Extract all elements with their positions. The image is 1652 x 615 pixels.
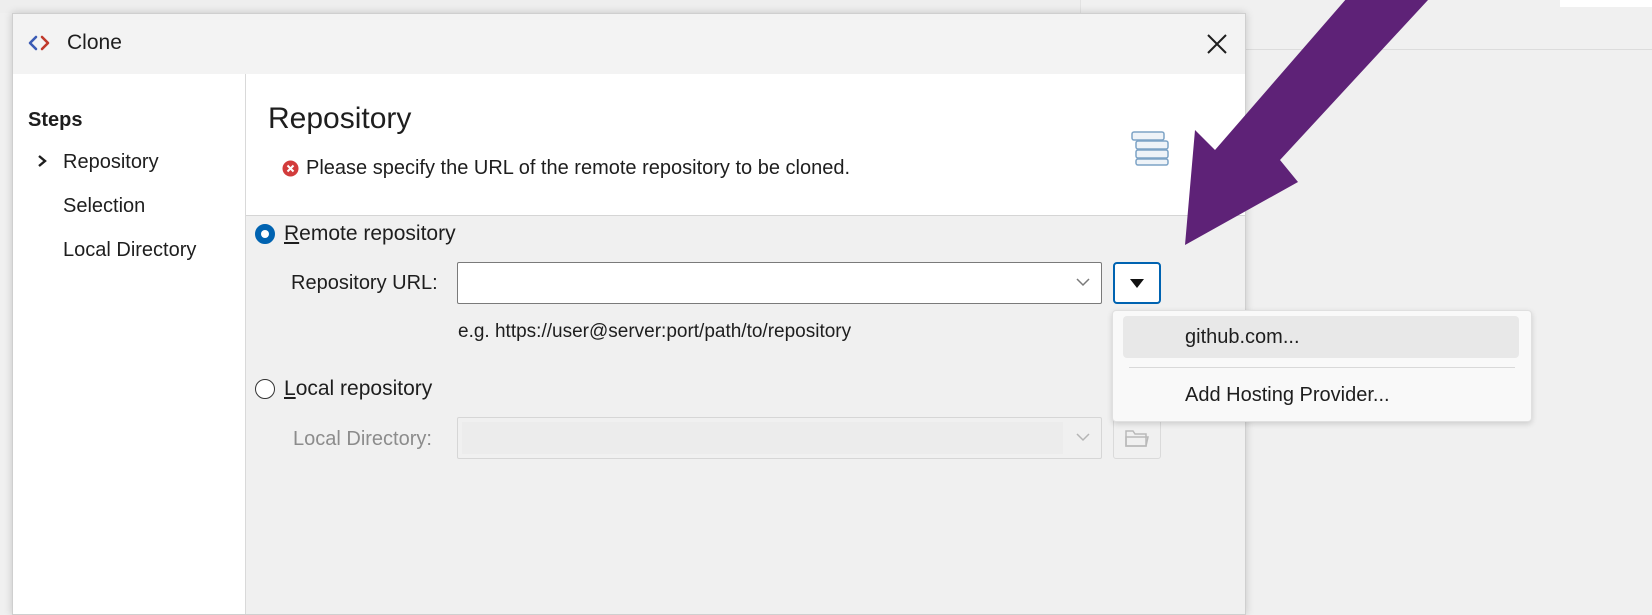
dialog-titlebar: Clone bbox=[13, 14, 1245, 74]
wizard-banner-icon bbox=[1131, 131, 1169, 166]
browse-folder-button bbox=[1113, 417, 1161, 459]
local-directory-label: Local Directory: bbox=[293, 428, 432, 450]
menu-item-github-label: github.com... bbox=[1185, 326, 1300, 348]
menu-item-add-hosting-provider[interactable]: Add Hosting Provider... bbox=[1123, 374, 1519, 416]
git-clone-icon bbox=[28, 35, 50, 51]
local-label-text: ocal repository bbox=[295, 377, 433, 400]
local-directory-combo-field bbox=[462, 422, 1063, 454]
hosting-provider-dropdown-button[interactable] bbox=[1113, 262, 1161, 304]
folder-icon bbox=[1125, 430, 1149, 447]
caret-down-icon bbox=[1130, 278, 1144, 288]
dialog-title: Clone bbox=[67, 31, 122, 54]
hosting-provider-menu: github.com... Add Hosting Provider... bbox=[1112, 310, 1532, 422]
menu-separator bbox=[1129, 367, 1515, 368]
step-selection[interactable]: Selection bbox=[63, 195, 145, 218]
wizard-header: Repository Please specify the URL of the… bbox=[246, 74, 1245, 216]
error-message: Please specify the URL of the remote rep… bbox=[306, 157, 850, 179]
steps-heading: Steps bbox=[28, 109, 83, 131]
clone-dialog: Clone Steps Repository Selection Local D… bbox=[12, 13, 1246, 615]
step-local-directory[interactable]: Local Directory bbox=[63, 239, 196, 262]
local-repository-label[interactable]: Local repository bbox=[284, 377, 432, 401]
chevron-down-icon[interactable] bbox=[1075, 276, 1091, 288]
repository-url-hint: e.g. https://user@server:port/path/to/re… bbox=[458, 321, 852, 342]
repository-url-label: Repository URL: bbox=[291, 272, 438, 294]
background-corner bbox=[1560, 0, 1652, 7]
error-icon bbox=[282, 160, 299, 177]
local-directory-combo bbox=[457, 417, 1102, 459]
local-repository-radio[interactable] bbox=[255, 379, 275, 399]
menu-item-add-hosting-provider-label: Add Hosting Provider... bbox=[1185, 384, 1390, 406]
step-repository[interactable]: Repository bbox=[63, 151, 159, 174]
current-step-chevron-icon bbox=[38, 155, 47, 167]
remote-mnemonic: R bbox=[284, 222, 300, 245]
remote-label-text: emote repository bbox=[299, 222, 456, 245]
menu-item-github[interactable]: github.com... bbox=[1123, 316, 1519, 358]
local-mnemonic: L bbox=[284, 377, 296, 400]
remote-repository-radio[interactable] bbox=[255, 224, 275, 244]
remote-repository-label[interactable]: Remote repository bbox=[284, 222, 456, 246]
page-title: Repository bbox=[268, 102, 412, 135]
repository-url-combo[interactable] bbox=[457, 262, 1102, 304]
steps-sidebar: Steps Repository Selection Local Directo… bbox=[13, 74, 246, 614]
chevron-down-icon bbox=[1076, 433, 1090, 442]
annotation-arrow bbox=[1185, 0, 1428, 245]
